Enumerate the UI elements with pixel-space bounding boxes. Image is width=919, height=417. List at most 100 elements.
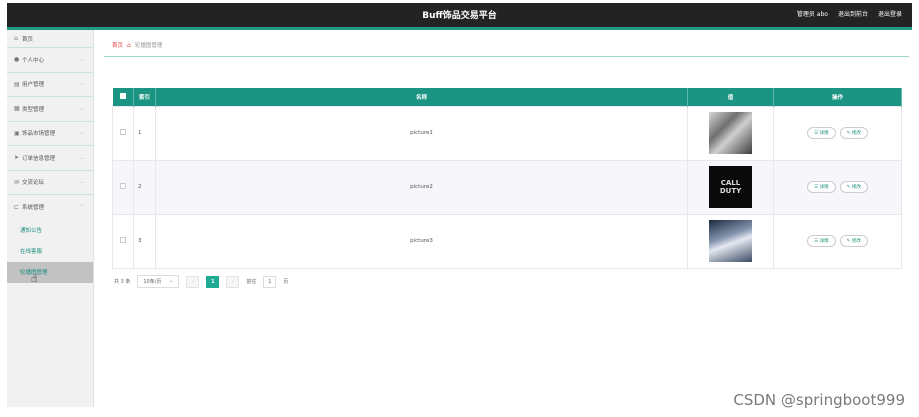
- detail-button[interactable]: ☰ 详情: [807, 181, 836, 193]
- sidebar-item-label: 饰品市场管理: [22, 131, 56, 138]
- sidebar-subitem-support[interactable]: 在线客服: [7, 241, 93, 262]
- row-name: picture1: [155, 105, 688, 161]
- top-navbar: Buff饰品交易平台 管理员 abo 退出到前台 退出登录: [7, 3, 912, 27]
- sidebar-item-label: 首页: [22, 36, 34, 43]
- table-row: 1 picture1 ☰ 详情 ✎ 修改: [112, 105, 902, 161]
- chevron-down-icon: ⌄: [79, 81, 84, 88]
- row-actions: ☰ 详情 ✎ 修改: [773, 105, 902, 161]
- sidebar-item-orders[interactable]: ➤ 订单信息管理 ⌄: [7, 146, 93, 171]
- sidebar-item-forum[interactable]: ✉ 交流论坛 ⌄: [7, 171, 93, 195]
- row-image-cell: [687, 105, 774, 161]
- table-row: 2 picture2 CALL DUTY ☰ 详情 ✎ 修改: [112, 159, 902, 215]
- users-icon: ▤: [14, 80, 20, 88]
- chevron-down-icon: ⌄: [169, 278, 174, 284]
- sidebar-item-personal[interactable]: ● 个人中心 ⌄: [7, 48, 93, 73]
- pagination: 共 3 条 10条/页 ⌄ ‹ 1 › 前往 1 页: [114, 275, 288, 288]
- breadcrumb-divider: [104, 56, 909, 57]
- row-actions: ☰ 详情 ✎ 修改: [773, 213, 902, 269]
- carousel-table: 索引 名称 值 操作 1 picture1 ☰ 详情 ✎ 修改 2 pictur…: [112, 88, 902, 269]
- topbar-actions: 管理员 abo 退出到前台 退出登录: [797, 9, 902, 18]
- detail-button-label: 详情: [819, 185, 829, 190]
- sidebar-item-home[interactable]: ⌂ 首页: [7, 30, 93, 48]
- sidebar-item-types[interactable]: ▦ 类型管理 ⌄: [7, 97, 93, 122]
- carousel-image-thumbnail[interactable]: [709, 112, 752, 154]
- table-header-row: 索引 名称 值 操作: [112, 88, 902, 106]
- edit-button[interactable]: ✎ 修改: [839, 235, 868, 247]
- sidebar-subitem-carousel[interactable]: 轮播图管理: [7, 261, 93, 283]
- row-select-cell: [112, 159, 134, 215]
- edit-button-label: 修改: [851, 131, 861, 136]
- edit-button[interactable]: ✎ 修改: [839, 181, 868, 193]
- admin-label: 管理员 abo: [796, 11, 828, 18]
- detail-button[interactable]: ☰ 详情: [807, 235, 836, 247]
- page-unit-label: 页: [283, 279, 289, 285]
- row-index: 2: [133, 159, 156, 215]
- next-page-button[interactable]: ›: [226, 275, 240, 288]
- row-checkbox[interactable]: [120, 183, 126, 189]
- column-header-index: 索引: [133, 88, 156, 106]
- current-page-button[interactable]: 1: [206, 275, 220, 288]
- edit-button[interactable]: ✎ 修改: [839, 127, 868, 139]
- home-icon: ⌂: [14, 35, 18, 42]
- edit-button-label: 修改: [851, 185, 861, 190]
- header-divider: [7, 27, 912, 30]
- chevron-down-icon: ⌄: [79, 154, 84, 161]
- house-icon: ⌂: [127, 41, 131, 49]
- detail-button-label: 详情: [819, 131, 829, 136]
- sidebar-item-system[interactable]: ⊏ 系统管理 ⌃: [7, 195, 93, 220]
- column-header-value: 值: [687, 88, 774, 106]
- mail-icon: ✉: [14, 178, 20, 186]
- column-header-actions: 操作: [773, 88, 902, 106]
- sidebar-item-label: 类型管理: [22, 106, 45, 113]
- breadcrumb-home[interactable]: 首页: [112, 41, 123, 49]
- watermark-text: CSDN @springboot999: [733, 391, 905, 409]
- goto-label: 前往: [246, 279, 257, 285]
- app-title: Buff饰品交易平台: [422, 11, 497, 21]
- detail-button[interactable]: ☰ 详情: [807, 127, 836, 139]
- sidebar-subitem-notice[interactable]: 通知公告: [7, 220, 93, 241]
- chevron-up-icon: ⌃: [79, 204, 84, 211]
- total-count: 共 3 条: [114, 279, 131, 285]
- column-header-name: 名称: [155, 88, 688, 106]
- row-actions: ☰ 详情 ✎ 修改: [773, 159, 902, 215]
- chevron-down-icon: ⌄: [79, 179, 84, 186]
- row-checkbox[interactable]: [120, 129, 126, 135]
- send-icon: ➤: [14, 154, 20, 162]
- row-checkbox[interactable]: [120, 237, 126, 243]
- system-icon: ⊏: [14, 203, 20, 211]
- prev-page-button[interactable]: ‹: [186, 275, 200, 288]
- sidebar-item-users[interactable]: ▤ 用户管理 ⌄: [7, 73, 93, 97]
- page-size-select[interactable]: 10条/页 ⌄: [137, 275, 180, 288]
- row-index: 1: [133, 105, 156, 161]
- grid-icon: ▦: [14, 105, 20, 113]
- sidebar-item-market[interactable]: ▣ 饰品市场管理 ⌄: [7, 122, 93, 146]
- carousel-image-thumbnail[interactable]: [709, 220, 752, 262]
- row-name: picture2: [155, 159, 688, 215]
- logout-link[interactable]: 退出登录: [878, 9, 902, 18]
- sidebar-item-label: 订单信息管理: [22, 155, 56, 162]
- breadcrumb-current: 轮播图管理: [134, 43, 163, 49]
- user-icon: ●: [14, 56, 20, 64]
- sidebar-item-label: 个人中心: [22, 57, 45, 64]
- breadcrumb: 首页 ⌂ 轮播图管理: [112, 41, 163, 50]
- edit-button-label: 修改: [851, 239, 861, 244]
- select-all-cell: [112, 88, 134, 106]
- table-row: 3 picture3 ☰ 详情 ✎ 修改: [112, 213, 902, 269]
- page-size-value: 10条/页: [143, 279, 162, 285]
- goto-page-input[interactable]: 1: [263, 275, 277, 288]
- tag-icon: ▣: [14, 129, 20, 137]
- chevron-down-icon: ⌄: [79, 130, 84, 137]
- select-all-checkbox[interactable]: [119, 92, 126, 99]
- carousel-image-thumbnail[interactable]: CALL DUTY: [709, 166, 752, 208]
- chevron-down-icon: ⌄: [79, 56, 84, 63]
- sidebar-item-label: 交流论坛: [22, 180, 45, 187]
- row-name: picture3: [155, 213, 688, 269]
- back-to-frontend-link[interactable]: 退出到前台: [838, 9, 868, 18]
- row-image-cell: [687, 213, 774, 269]
- sidebar-item-label: 系统管理: [22, 205, 45, 212]
- row-index: 3: [133, 213, 156, 269]
- sidebar-item-label: 用户管理: [22, 82, 45, 89]
- row-select-cell: [112, 213, 134, 269]
- hand-cursor-icon: ☝: [31, 272, 38, 285]
- detail-button-label: 详情: [819, 239, 829, 244]
